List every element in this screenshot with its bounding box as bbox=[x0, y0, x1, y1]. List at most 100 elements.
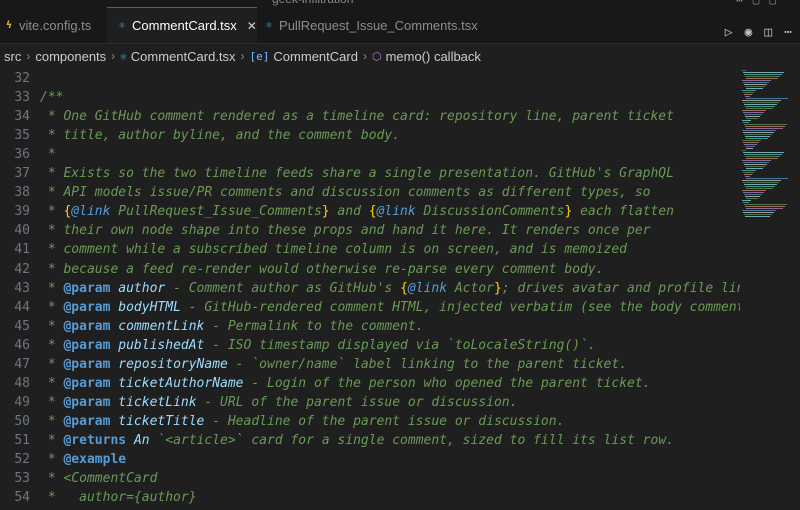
tab-commentcard[interactable]: ⚛ CommentCard.tsx ✕ bbox=[107, 7, 257, 43]
breadcrumb-item-src[interactable]: src bbox=[4, 49, 21, 64]
split-editor-icon[interactable]: ◫ bbox=[764, 25, 772, 40]
code-line: 52 * @example bbox=[0, 450, 740, 469]
code-line: 51 * @returns An `<article>` card for a … bbox=[0, 431, 740, 450]
code-text: * @param commentLink - Permalink to the … bbox=[40, 318, 424, 334]
minimap-line bbox=[742, 150, 746, 151]
minimap[interactable] bbox=[740, 68, 800, 510]
minimap-line bbox=[746, 198, 758, 199]
code-line: 35 * title, author byline, and the comme… bbox=[0, 126, 740, 145]
chevron-right-icon: › bbox=[240, 49, 245, 63]
breadcrumb-item-callback[interactable]: ⬡ memo() callback bbox=[372, 49, 481, 64]
minimap-line bbox=[744, 134, 772, 135]
more-actions-icon[interactable]: ⋯ bbox=[784, 25, 792, 40]
code-text: /** bbox=[40, 90, 64, 106]
minimap-line bbox=[743, 182, 779, 183]
minimap-line bbox=[745, 186, 775, 187]
code-line: 40 * their own node shape into these pro… bbox=[0, 221, 740, 240]
minimap-line bbox=[743, 172, 754, 173]
minimap-line bbox=[743, 192, 764, 193]
minimap-line bbox=[742, 180, 781, 181]
code-line: 46 * @param publishedAt - ISO timestamp … bbox=[0, 336, 740, 355]
code-line: 37 * Exists so the two timeline feeds sh… bbox=[0, 164, 740, 183]
line-number: 47 bbox=[14, 356, 30, 372]
minimap-line bbox=[744, 174, 752, 175]
minimap-line bbox=[746, 148, 753, 149]
minimap-line bbox=[746, 208, 783, 209]
breadcrumb-item-file[interactable]: ⚛ CommentCard.tsx bbox=[120, 49, 235, 64]
window-controls[interactable]: ⋯▢▢ bbox=[736, 0, 786, 7]
code-text: * title, author byline, and the comment … bbox=[40, 128, 401, 144]
minimap-line bbox=[744, 164, 767, 165]
minimap-line bbox=[745, 106, 775, 107]
line-number: 37 bbox=[14, 166, 30, 182]
tab-vite-config[interactable]: ϟ vite.config.ts bbox=[0, 7, 111, 43]
variable-symbol-icon: [e] bbox=[249, 49, 270, 63]
code-line: 54 * author={author} bbox=[0, 488, 740, 507]
code-line: 44 * @param bodyHTML - GitHub-rendered c… bbox=[0, 298, 775, 317]
line-number: 51 bbox=[14, 432, 30, 448]
minimap-line bbox=[744, 84, 767, 85]
minimap-line bbox=[742, 110, 766, 111]
minimap-line bbox=[743, 162, 769, 163]
line-number: 42 bbox=[14, 261, 30, 277]
code-line: 32 bbox=[0, 69, 740, 88]
minimap-line bbox=[745, 156, 780, 157]
minimap-line bbox=[742, 100, 781, 101]
minimap-line bbox=[744, 104, 777, 105]
chevron-right-icon: › bbox=[26, 49, 31, 63]
minimap-line bbox=[742, 130, 776, 131]
close-icon[interactable]: ✕ bbox=[247, 19, 257, 33]
line-number: 52 bbox=[14, 452, 30, 467]
code-text: * @param author - Comment author as GitH… bbox=[40, 280, 761, 296]
minimap-line bbox=[744, 184, 777, 185]
minimap-line bbox=[743, 152, 784, 153]
code-text: * bbox=[40, 147, 56, 163]
minimap-line bbox=[742, 90, 756, 91]
code-line: 39 * {@link PullRequest_Issue_Comments} … bbox=[0, 202, 740, 221]
line-number: 34 bbox=[14, 109, 30, 125]
line-number: 36 bbox=[14, 147, 30, 163]
minimap-line bbox=[742, 120, 751, 121]
code-text: * @param ticketTitle - Headline of the p… bbox=[40, 413, 565, 429]
window-title: geek-infiltration bbox=[272, 0, 353, 6]
minimap-line bbox=[746, 158, 778, 159]
code-line: 50 * @param ticketTitle - Headline of th… bbox=[0, 412, 740, 431]
line-number: 50 bbox=[14, 413, 30, 429]
vite-file-icon: ϟ bbox=[6, 19, 13, 31]
minimap-line bbox=[743, 72, 784, 73]
code-editor[interactable]: 32 33/** 34 * One GitHub comment rendered … bbox=[0, 68, 775, 510]
minimap-line bbox=[745, 96, 750, 97]
copilot-icon[interactable]: ◉ bbox=[745, 25, 753, 40]
minimap-line bbox=[746, 138, 768, 139]
run-icon[interactable]: ▷ bbox=[725, 25, 733, 40]
minimap-line bbox=[745, 146, 755, 147]
minimap-line bbox=[742, 70, 746, 71]
code-text: * {@link PullRequest_Issue_Comments} and… bbox=[40, 204, 675, 220]
minimap-line bbox=[742, 140, 761, 141]
breadcrumb-label: memo() callback bbox=[385, 48, 481, 64]
minimap-line bbox=[745, 126, 785, 127]
line-number: 35 bbox=[14, 128, 30, 144]
line-number: 54 bbox=[14, 490, 30, 506]
minimap-line bbox=[742, 160, 771, 161]
minimap-line bbox=[743, 112, 764, 113]
minimap-line bbox=[742, 190, 766, 191]
code-line: 38 * API models issue/PR comments and di… bbox=[0, 183, 740, 202]
minimap-line bbox=[746, 178, 788, 179]
line-number: 44 bbox=[14, 299, 30, 315]
minimap-line bbox=[746, 118, 758, 119]
tab-pullrequest-issue-comments[interactable]: ⚛ PullRequest_Issue_Comments.tsx bbox=[260, 7, 486, 43]
breadcrumb-item-symbol[interactable]: [e] CommentCard bbox=[250, 49, 358, 64]
breadcrumb-item-components[interactable]: components bbox=[35, 49, 106, 64]
code-text: * @param publishedAt - ISO timestamp dis… bbox=[40, 337, 596, 353]
code-text: * @param repositoryName - `owner/name` l… bbox=[40, 356, 628, 372]
tab-label: vite.config.ts bbox=[19, 17, 92, 33]
code-text: * API models issue/PR comments and discu… bbox=[40, 185, 651, 201]
minimap-line bbox=[744, 214, 772, 215]
code-text: * @param ticketAuthorName - Login of the… bbox=[40, 375, 651, 391]
minimap-line bbox=[746, 188, 773, 189]
code-line: 36 * bbox=[0, 145, 740, 164]
typescript-react-file-icon: ⚛ bbox=[120, 49, 127, 63]
breadcrumb: src › components › ⚛ CommentCard.tsx › [… bbox=[0, 44, 800, 68]
minimap-line bbox=[745, 176, 750, 177]
